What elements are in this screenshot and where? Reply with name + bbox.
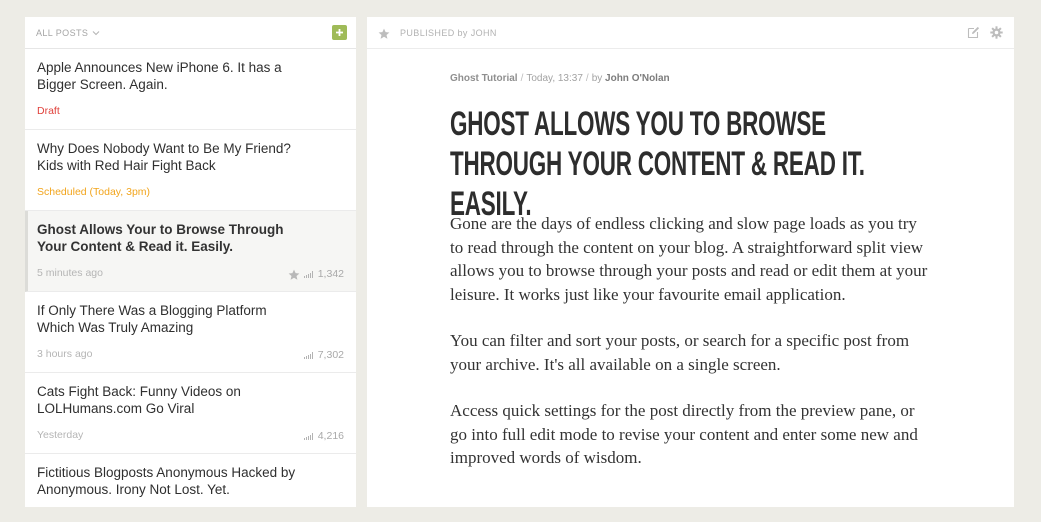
post-status: 3 hours ago [37,348,93,360]
post-byline: Ghost Tutorial / Today, 13:37/by John O'No… [450,73,670,84]
post-list-header: ALL POSTS [25,17,356,49]
post-list-item[interactable]: Cats Fight Back: Funny Videos on LOLHuma… [25,373,356,454]
post-headline: Ghost allows you to browse through your … [450,105,865,223]
preview-actions [967,26,1003,39]
post-status: Yesterday [37,429,84,441]
post-article: Ghost Tutorial / Today, 13:37/by John O'No… [450,73,930,493]
post-list-item-selected[interactable]: Ghost Allows Your to Browse Through Your… [25,211,356,292]
post-stats: 7,302 [303,349,344,361]
post-views: 4,216 [317,430,344,442]
post-author[interactable]: John O'Nolan [605,73,670,84]
byline-by: by [591,73,603,84]
post-stats: 1,342 [288,268,344,280]
post-body: Gone are the days of endless clicking an… [450,212,930,470]
post-status: 5 minutes ago [37,267,103,279]
filter-label: ALL POSTS [36,27,89,38]
filter-dropdown[interactable]: ALL POSTS [36,28,100,38]
post-list-panel: ALL POSTS Apple Announces New iPhone 6. … [25,17,356,507]
post-list-item[interactable]: Apple Announces New iPhone 6. It has a B… [25,49,356,130]
post-list-item[interactable]: If Only There Was a Blogging Platform Wh… [25,292,356,373]
star-icon[interactable] [288,269,300,280]
preview-header: PUBLISHED by JOHN [367,17,1014,49]
post-status: Scheduled (Today, 3pm) [37,186,151,198]
post-list-item[interactable]: Why Does Nobody Want to Be My Friend? Ki… [25,130,356,211]
publish-status: PUBLISHED by JOHN [400,27,497,38]
post-title: Why Does Nobody Want to Be My Friend? Ki… [37,141,291,173]
post-paragraph: You can filter and sort your posts, or s… [450,331,910,374]
signal-bars-icon [303,270,313,278]
post-title: Ghost Allows Your to Browse Through Your… [37,222,284,254]
post-list-item[interactable]: Fictitious Blogposts Anonymous Hacked by… [25,454,356,507]
post-views: 1,342 [317,268,344,280]
post-paragraph: Access quick settings for the post direc… [450,401,918,467]
post-tag[interactable]: Ghost Tutorial [450,73,518,84]
post-date: Today, 13:37 [526,73,583,84]
star-icon[interactable] [378,27,390,39]
add-post-button[interactable] [332,25,347,40]
post-title: Fictitious Blogposts Anonymous Hacked by… [37,465,296,497]
chevron-down-icon [92,29,100,37]
post-title: If Only There Was a Blogging Platform Wh… [37,303,267,335]
post-preview-panel: PUBLISHED by JOHN Ghost Tutorial / Today… [367,17,1014,507]
plus-icon [335,24,344,42]
post-status: Draft [37,105,60,117]
post-paragraph: Gone are the days of endless clicking an… [450,214,928,304]
signal-bars-icon [303,432,313,440]
post-stats: 4,216 [303,430,344,442]
gear-icon[interactable] [990,26,1003,39]
edit-icon[interactable] [967,26,980,39]
post-views: 7,302 [317,349,344,361]
post-title: Apple Announces New iPhone 6. It has a B… [37,60,282,92]
post-title: Cats Fight Back: Funny Videos on LOLHuma… [37,384,241,416]
signal-bars-icon [303,351,313,359]
